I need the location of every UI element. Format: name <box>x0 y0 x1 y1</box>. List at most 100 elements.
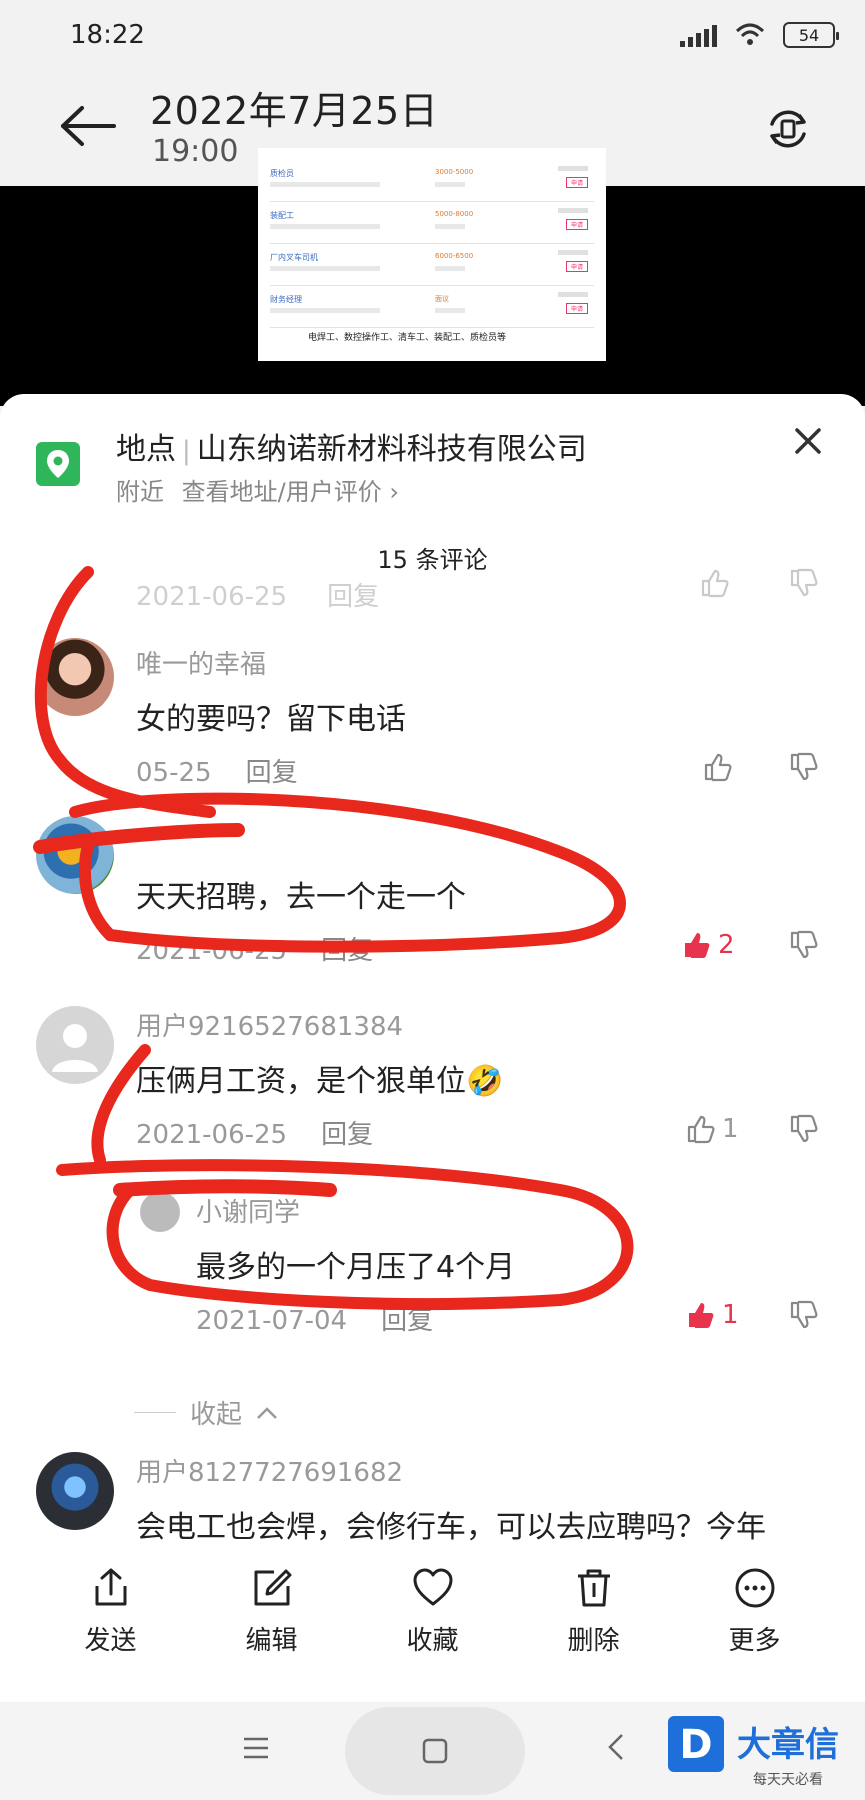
action-label: 更多 <box>728 1626 781 1656</box>
close-icon[interactable] <box>791 424 825 458</box>
thumbs-down-icon[interactable] <box>789 930 819 960</box>
job-row: 装配工 5000-8000 申请 <box>270 202 594 244</box>
trash-icon <box>577 1569 610 1607</box>
thumbs-down-icon[interactable] <box>789 752 819 782</box>
like-count: 1 <box>722 1300 739 1330</box>
faded-comment-meta: 2021-06-25 回复 <box>136 576 379 613</box>
like-count: 1 <box>722 1114 739 1144</box>
comment-text: 女的要吗？留下电话 <box>136 702 406 737</box>
delete-button[interactable]: 删除 <box>539 1550 649 1680</box>
default-avatar-icon <box>52 1024 98 1072</box>
view-address-link[interactable]: 查看地址/用户评价 › <box>182 478 399 506</box>
faded-date: 2021-06-25 <box>136 582 288 612</box>
action-label: 编辑 <box>245 1626 298 1656</box>
comment-text: 会电工也会焊，会修行车，可以去应聘吗？今年 <box>136 1510 766 1545</box>
comment-date: 2021-06-25 <box>136 1120 288 1150</box>
thumbs-up-icon[interactable] <box>703 752 733 782</box>
comment-username[interactable]: 唯一的幸福 <box>136 644 266 681</box>
comment-username[interactable]: 小谢同学 <box>196 1192 300 1229</box>
comment-count: 15 条评论 <box>377 546 488 574</box>
send-button[interactable]: 发送 <box>56 1550 166 1680</box>
battery-level: 54 <box>798 25 820 45</box>
watermark-logo: D 大章信 每天天必看 <box>668 1716 839 1788</box>
job-meta <box>270 224 380 229</box>
back-chevron-icon[interactable] <box>606 1732 626 1762</box>
avatar[interactable] <box>140 1192 180 1232</box>
status-icons: 54 <box>680 22 839 48</box>
job-date <box>558 208 588 213</box>
apply-button: 申请 <box>565 303 588 314</box>
location-nearby: 附近 <box>116 478 164 506</box>
job-meta <box>270 308 380 313</box>
action-label: 发送 <box>84 1626 137 1656</box>
job-location <box>435 182 465 187</box>
svg-text:每天天必看: 每天天必看 <box>753 1772 823 1788</box>
back-arrow-icon[interactable] <box>58 104 118 148</box>
job-title: 财务经理 <box>270 295 302 304</box>
comment-text: 压俩月工资，是个狠单位🤣 <box>136 1064 504 1099</box>
like-count: 2 <box>718 930 735 960</box>
more-icon <box>735 1568 774 1608</box>
job-location <box>435 266 465 271</box>
share-icon <box>95 1568 126 1606</box>
comment-sheet: 地点 | 山东纳诺新材料科技有限公司 附近 查看地址/用户评价 › 15 条评论 2… <box>0 394 865 1800</box>
comment-date: 05-25 <box>136 758 212 788</box>
avatar[interactable] <box>36 816 114 894</box>
comment-meta: 2021-06-25 回复 <box>136 1114 373 1151</box>
page-title: 2022年7月25日 <box>150 89 439 133</box>
thumbs-down-icon[interactable] <box>789 1300 819 1330</box>
menu-icon[interactable] <box>242 1736 270 1760</box>
comment-username[interactable]: 用户9216527681384 <box>136 1006 403 1043</box>
job-meta <box>270 266 380 271</box>
status-bar: 18:22 54 <box>0 0 865 74</box>
job-row: 财务经理 面议 申请 <box>270 286 594 328</box>
chevron-up-icon <box>257 1406 277 1419</box>
battery-icon: 54 <box>783 22 839 48</box>
thumbs-up-icon[interactable] <box>686 1114 716 1144</box>
heart-icon <box>413 1568 452 1606</box>
apply-button: 申请 <box>565 177 588 188</box>
location-row[interactable]: 地点 | 山东纳诺新材料科技有限公司 <box>116 424 587 468</box>
comment-meta: 2021-06-25 回复 <box>136 930 373 967</box>
avatar[interactable] <box>36 1452 114 1530</box>
job-salary: 3000-5000 <box>435 168 474 176</box>
comment-date: 2021-07-04 <box>196 1306 348 1336</box>
comment-text: 天天招聘，去一个走一个 <box>136 880 466 915</box>
edit-icon <box>254 1569 291 1606</box>
reply-button[interactable]: 回复 <box>321 936 373 966</box>
more-button[interactable]: 更多 <box>700 1550 810 1680</box>
reply-button[interactable]: 回复 <box>246 758 298 788</box>
edit-button[interactable]: 编辑 <box>217 1550 327 1680</box>
apply-button: 申请 <box>565 219 588 230</box>
apply-button: 申请 <box>565 261 588 272</box>
divider <box>134 1412 176 1413</box>
reply-button[interactable]: 回复 <box>321 1120 373 1150</box>
comment-meta: 05-25 回复 <box>136 752 298 789</box>
avatar[interactable] <box>36 1006 114 1084</box>
job-list-thumbnail[interactable]: 质检员 3000-5000 申请 装配工 5000-8000 申请 厂内叉车司机… <box>258 148 606 361</box>
job-salary: 5000-8000 <box>435 210 474 218</box>
job-title: 装配工 <box>270 211 294 220</box>
video-caption: 电焊工、数控操作工、清车工、装配工、质检员等 <box>308 333 507 343</box>
action-bar: 发送 编辑 收藏 删除 更多 <box>0 1550 865 1680</box>
favorite-button[interactable]: 收藏 <box>378 1550 488 1680</box>
home-button[interactable] <box>345 1707 525 1795</box>
location-pin-icon <box>36 442 80 486</box>
collapse-replies-button[interactable]: 收起 <box>134 1394 278 1431</box>
thumbs-up-icon[interactable] <box>686 1300 716 1330</box>
job-location <box>435 224 465 229</box>
thumbs-up-icon[interactable] <box>700 568 730 598</box>
thumbs-down-icon[interactable] <box>789 568 819 598</box>
avatar[interactable] <box>36 638 114 716</box>
thumbs-up-icon[interactable] <box>682 930 712 960</box>
wifi-icon <box>735 23 765 45</box>
location-label: 地点 <box>116 432 176 467</box>
location-subrow[interactable]: 附近 查看地址/用户评价 › <box>116 472 399 507</box>
faded-reply: 回复 <box>327 582 380 612</box>
page-subtitle: 19:00 <box>152 134 239 169</box>
comment-username[interactable]: 用户8127727691682 <box>136 1452 403 1489</box>
thumbs-down-icon[interactable] <box>789 1114 819 1144</box>
reply-button[interactable]: 回复 <box>381 1306 433 1336</box>
job-title: 质检员 <box>270 169 294 178</box>
rotate-screen-icon[interactable] <box>763 104 813 154</box>
